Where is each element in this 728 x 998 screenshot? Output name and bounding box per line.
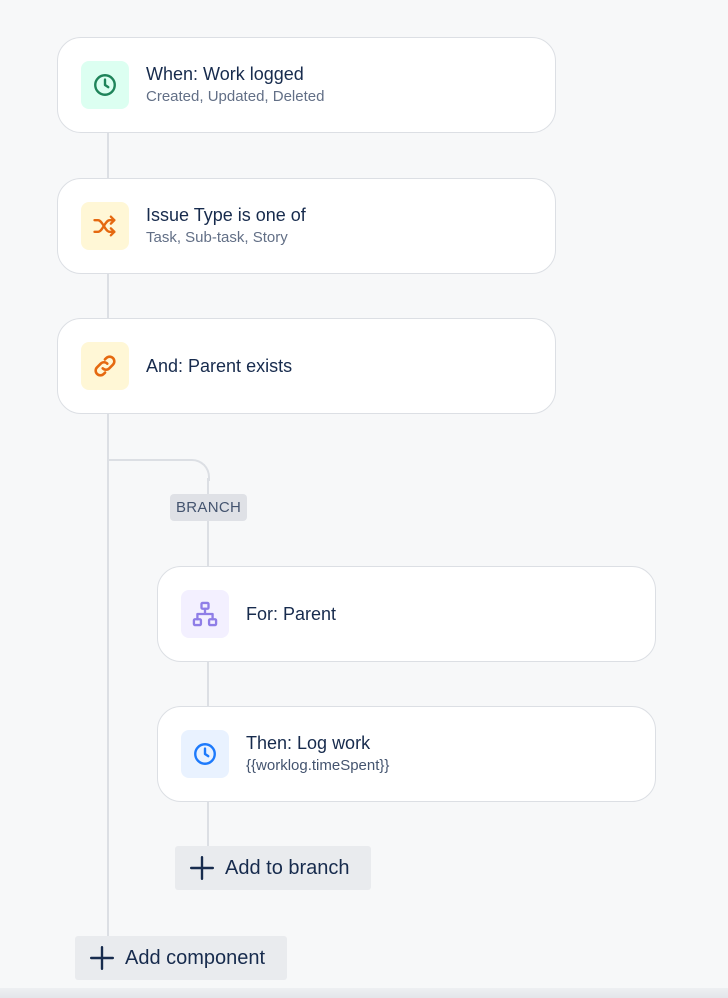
trigger-title: When: Work logged: [146, 64, 304, 84]
branch-for-card[interactable]: For: Parent: [157, 566, 656, 662]
condition-icon-box: [81, 202, 129, 250]
connector-for-to-then: [207, 660, 209, 707]
connector-badge-to-for: [207, 521, 209, 567]
trigger-card[interactable]: When: Work logged Created, Updated, Dele…: [57, 37, 556, 133]
clock-icon: [94, 74, 116, 96]
trigger-subtitle: Created, Updated, Deleted: [146, 88, 325, 105]
condition-issue-type-subtitle: Task, Sub-task, Story: [146, 229, 288, 246]
connector-branch-to-badge: [207, 478, 209, 494]
add-component-button[interactable]: Add component: [75, 936, 287, 980]
branch-action-icon-box: [181, 730, 229, 778]
add-component-label: Add component: [125, 946, 266, 969]
branch-badge: BRANCH: [170, 494, 248, 521]
plus-icon: [89, 945, 115, 971]
add-to-branch-label: Add to branch: [225, 856, 350, 879]
trigger-icon-box: [81, 61, 129, 109]
condition-parent-icon-box: [81, 342, 129, 390]
condition-parent-title: And: Parent exists: [146, 356, 293, 376]
condition-issue-type-title: Issue Type is one of: [146, 205, 306, 225]
branch-action-title: Then: Log work: [246, 733, 371, 753]
plus-icon: [189, 855, 215, 881]
branch-for-title: For: Parent: [246, 604, 337, 624]
condition-issue-type-card[interactable]: Issue Type is one of Task, Sub-task, Sto…: [57, 178, 556, 274]
branch-for-icon-box: [181, 590, 229, 638]
shuffle-icon: [93, 215, 116, 237]
branch-action-card[interactable]: Then: Log work {{worklog.timeSpent}}: [157, 706, 656, 802]
add-to-branch-button[interactable]: Add to branch: [175, 846, 371, 890]
connector-branch-curve: [107, 459, 210, 481]
condition-parent-card[interactable]: And: Parent exists: [57, 318, 556, 414]
bottom-edge: [0, 988, 728, 998]
link-icon: [94, 355, 116, 377]
clock-icon: [194, 743, 216, 765]
branch-action-subtitle: {{worklog.timeSpent}}: [246, 757, 390, 774]
connector-then-to-add: [207, 800, 209, 847]
hierarchy-icon: [192, 601, 218, 627]
